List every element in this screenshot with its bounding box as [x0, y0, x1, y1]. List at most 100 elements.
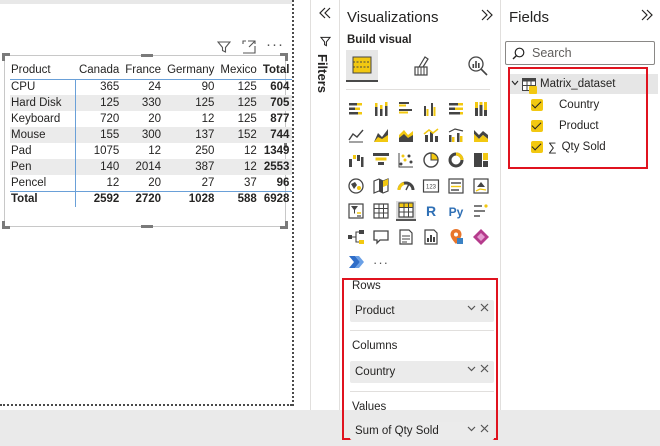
- slicer-icon[interactable]: [346, 201, 366, 221]
- values-field-name: Sum of Qty Sold: [355, 425, 439, 437]
- line-and-clustered-column-icon[interactable]: [446, 125, 466, 145]
- pie-chart-icon[interactable]: [421, 150, 441, 170]
- resize-handle-top-right[interactable]: [280, 53, 288, 61]
- chevron-remove-icon[interactable]: [467, 364, 489, 374]
- search-input[interactable]: [532, 46, 642, 60]
- column-header-france[interactable]: France: [122, 61, 165, 80]
- map-icon[interactable]: [346, 176, 366, 196]
- cell-value: 20: [148, 176, 162, 189]
- row-label[interactable]: Pencel: [10, 175, 77, 191]
- column-header-mexico[interactable]: Mexico: [217, 61, 260, 80]
- treemap-icon[interactable]: [471, 150, 491, 170]
- matrix-row: Keyboard 720 20 12 125 877: [10, 111, 292, 127]
- columns-well-field[interactable]: Country: [350, 361, 494, 383]
- values-well-field[interactable]: Sum of Qty Sold: [350, 422, 494, 440]
- multi-row-card-icon[interactable]: [446, 176, 466, 196]
- resize-handle-top[interactable]: [141, 54, 153, 57]
- 100-stacked-column-chart-icon[interactable]: [471, 99, 491, 119]
- smart-narrative-icon[interactable]: [396, 227, 416, 247]
- scatter-chart-icon[interactable]: [396, 150, 416, 170]
- kpi-icon[interactable]: [471, 176, 491, 196]
- 100-stacked-bar-chart-icon[interactable]: [446, 99, 466, 119]
- power-apps-icon[interactable]: [471, 227, 491, 247]
- column-header-total[interactable]: Total: [259, 61, 293, 80]
- page-tabs-strip: [0, 410, 660, 446]
- collapse-fields-icon[interactable]: [640, 8, 654, 26]
- field-controls[interactable]: [467, 303, 489, 316]
- cell-value: 125: [164, 95, 218, 111]
- stacked-bar-chart-icon[interactable]: [346, 99, 366, 119]
- clustered-bar-chart-icon[interactable]: [396, 99, 416, 119]
- area-chart-icon[interactable]: [371, 125, 391, 145]
- filter-icon[interactable]: [216, 40, 232, 56]
- well-separator: [350, 330, 494, 331]
- row-total: 2553: [259, 159, 293, 175]
- svg-text:R: R: [426, 203, 436, 219]
- r-script-visual-icon[interactable]: R: [421, 201, 441, 221]
- focus-mode-icon[interactable]: [242, 40, 256, 56]
- row-label[interactable]: Mouse: [10, 127, 77, 143]
- resize-handle-bottom[interactable]: [141, 225, 153, 228]
- clustered-column-chart-icon[interactable]: [421, 99, 441, 119]
- expand-filters-icon[interactable]: [318, 6, 332, 24]
- format-visual-tab[interactable]: [406, 50, 438, 82]
- rows-well-field[interactable]: Product: [350, 300, 494, 322]
- chevron-remove-icon[interactable]: [467, 303, 489, 313]
- visual-type-gallery: 123 R Py ···: [346, 99, 496, 278]
- stacked-area-chart-icon[interactable]: [396, 125, 416, 145]
- line-and-stacked-column-icon[interactable]: [421, 125, 441, 145]
- gauge-icon[interactable]: [396, 176, 416, 196]
- resize-handle-bottom-right[interactable]: [280, 221, 288, 229]
- cell-value: 137: [164, 127, 218, 143]
- field-controls[interactable]: [467, 364, 489, 377]
- donut-chart-icon[interactable]: [446, 150, 466, 170]
- filters-pane-collapsed[interactable]: Filters: [310, 0, 340, 410]
- fields-search-box[interactable]: [505, 41, 655, 65]
- filled-map-icon[interactable]: [371, 176, 391, 196]
- cell-value: 12: [217, 159, 260, 175]
- table-icon[interactable]: [371, 201, 391, 221]
- matrix-row: CPU 365 24 90 125 604: [10, 79, 292, 95]
- decomposition-tree-icon[interactable]: [346, 227, 366, 247]
- row-label[interactable]: Pad: [10, 143, 77, 159]
- matrix-row: Pencel 12 20 27 37 96: [10, 175, 292, 191]
- field-controls[interactable]: [467, 424, 489, 437]
- column-header-germany[interactable]: Germany: [164, 61, 218, 80]
- build-visual-fields-tab[interactable]: [346, 50, 378, 82]
- analytics-tab[interactable]: [462, 50, 494, 82]
- row-header[interactable]: Product: [10, 61, 76, 80]
- paginated-report-icon[interactable]: [421, 227, 441, 247]
- matrix-row: Pen 140 2014 387 12 2553: [10, 159, 293, 175]
- more-visuals-icon[interactable]: ···: [371, 252, 391, 272]
- key-influencers-icon[interactable]: [471, 201, 491, 221]
- column-header-canada[interactable]: Canada: [75, 61, 123, 80]
- collapse-visualizations-icon[interactable]: [480, 8, 494, 26]
- waterfall-chart-icon[interactable]: [346, 150, 366, 170]
- row-label[interactable]: CPU: [10, 79, 77, 95]
- values-well-label: Values: [352, 401, 387, 413]
- line-chart-icon[interactable]: [346, 125, 366, 145]
- resize-handle-bottom-left[interactable]: [2, 221, 10, 229]
- fields-pane: Fields Matrix_dataset Country Product ∑ …: [500, 0, 660, 410]
- azure-map-icon[interactable]: [446, 227, 466, 247]
- row-label[interactable]: Hard Disk: [10, 95, 77, 111]
- cell-value: 90: [201, 81, 215, 94]
- more-options-icon[interactable]: ···: [266, 37, 284, 52]
- qa-visual-icon[interactable]: [371, 227, 391, 247]
- card-icon[interactable]: 123: [421, 176, 441, 196]
- row-label[interactable]: Keyboard: [10, 111, 77, 127]
- matrix-icon[interactable]: [396, 201, 416, 221]
- power-automate-icon[interactable]: [346, 252, 366, 272]
- filters-label[interactable]: Filters: [315, 54, 330, 93]
- rows-well-label: Rows: [352, 280, 381, 292]
- ribbon-chart-icon[interactable]: [471, 125, 491, 145]
- matrix-visual[interactable]: Product Canada France Germany Mexico Tot…: [2, 53, 293, 229]
- chevron-remove-icon[interactable]: [467, 424, 489, 434]
- row-label[interactable]: Pen: [10, 159, 77, 175]
- cell-value: 125: [217, 95, 260, 111]
- resize-handle-top-left[interactable]: [2, 53, 10, 61]
- stacked-column-chart-icon[interactable]: [371, 99, 391, 119]
- svg-text:Py: Py: [449, 205, 464, 219]
- funnel-chart-icon[interactable]: [371, 150, 391, 170]
- python-visual-icon[interactable]: Py: [446, 201, 466, 221]
